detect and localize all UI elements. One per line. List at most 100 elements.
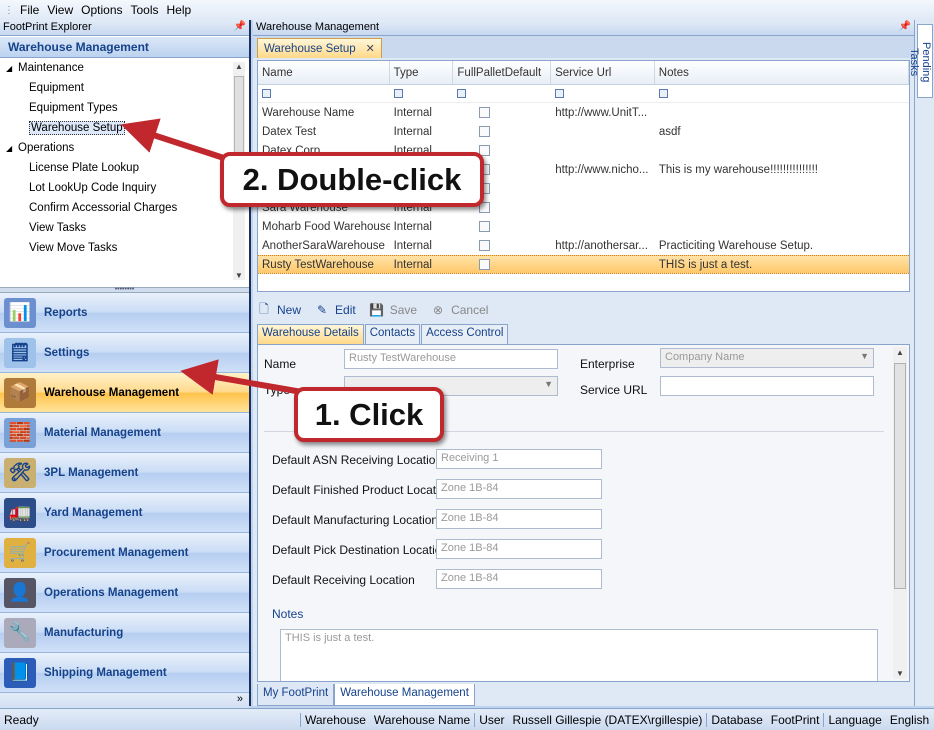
grid-filter-cell[interactable] [390,85,454,102]
grid-column-header[interactable]: Notes [655,61,909,84]
table-row[interactable]: Rusty TestWarehouse Internal THIS is just … [258,255,909,274]
expand-toggle-icon[interactable]: ◢ [6,139,18,159]
expand-toggle-icon[interactable]: ◢ [6,59,18,79]
tree-node[interactable]: ◢ Maintenance [0,58,249,78]
filter-icon[interactable] [457,89,467,98]
close-icon[interactable]: ✕ [366,42,375,55]
nav-button-manufacturing[interactable]: 🔧 Manufacturing [0,613,249,653]
tree-node[interactable]: Equipment [0,78,249,98]
filter-icon[interactable] [555,89,565,98]
menu-options[interactable]: Options [81,3,122,17]
scroll-up-icon[interactable]: ▲ [235,62,243,71]
grid-filter-cell[interactable] [258,85,390,102]
nav-button-operations[interactable]: 👤 Operations Management [0,573,249,613]
table-cell [551,198,655,217]
tab-warehouse-setup[interactable]: Warehouse Setup ✕ [257,38,382,58]
nav-expand-icon[interactable]: » [237,693,243,705]
callout-click: 1. Click [294,387,444,442]
table-cell: AnotherSaraWarehouse [262,239,385,252]
scroll-down-icon[interactable]: ▼ [235,271,243,280]
nav-button-settings[interactable]: 🗒 Settings [0,333,249,373]
cancel-button[interactable]: ⊗ Cancel [431,303,488,317]
3pl-icon: 🛠 [4,457,36,488]
tree-node-label: Confirm Accessorial Charges [29,202,178,214]
tab-warehouse-details[interactable]: Warehouse Details [257,324,364,344]
edit-button[interactable]: ✎ Edit [315,303,356,317]
table-row[interactable]: AnotherSaraWarehouse Internal http://anoth… [258,236,909,255]
scroll-up-icon[interactable]: ▲ [896,348,904,357]
full-pallet-checkbox[interactable] [478,126,490,137]
tree-node-label: Equipment Types [29,102,118,114]
grid-column-header[interactable]: Name [258,61,390,84]
menu-file[interactable]: File [20,3,39,17]
tab-warehouse-management[interactable]: Warehouse Management [334,684,475,706]
table-cell [655,198,909,217]
tree-node[interactable]: View Move Tasks [0,238,249,258]
grid-column-header[interactable]: FullPalletDefault [453,61,552,84]
full-pallet-checkbox[interactable] [478,259,490,270]
full-pallet-checkbox[interactable] [478,107,490,118]
table-row[interactable]: Warehouse Name Internal http://www.UnitT..… [258,103,909,122]
scroll-down-icon[interactable]: ▼ [896,669,904,678]
menu-tools[interactable]: Tools [131,3,159,17]
nav-button-material[interactable]: 🧱 Material Management [0,413,249,453]
nav-button-procurement[interactable]: 🛒 Procurement Management [0,533,249,573]
table-row[interactable]: Datex Test Internal asdf [258,122,909,141]
pin-icon[interactable]: 📌 [234,21,246,34]
grid-column-header[interactable]: Type [390,61,454,84]
table-row[interactable]: Moharb Food Warehouse Internal [258,217,909,236]
save-icon: 💾 [369,303,385,317]
grid-column-header[interactable]: Service Url [551,61,655,84]
edit-icon: ✎ [316,303,328,317]
filter-icon[interactable] [658,89,668,98]
service-url-input[interactable] [660,376,874,396]
nav-button-reports[interactable]: 📊 Reports [0,293,249,333]
location-input[interactable]: Zone 1B-84 [436,569,602,589]
name-input[interactable]: Rusty TestWarehouse [344,349,558,369]
full-pallet-checkbox[interactable] [478,240,490,251]
location-label: Default Manufacturing Location [272,513,439,527]
grid-filter-cell[interactable] [453,85,551,102]
tab-access-control[interactable]: Access Control [421,324,509,344]
tree-node[interactable]: Warehouse Setup [0,118,249,138]
tab-my-footprint[interactable]: My FootPrint [257,684,335,706]
location-input[interactable]: Receiving 1 [436,449,602,469]
notes-textarea[interactable]: THIS is just a test. [280,629,878,681]
save-button[interactable]: 💾 Save [369,303,417,317]
nav-button-shipping[interactable]: 📘 Shipping Management [0,653,249,693]
tree-node-label: License Plate Lookup [29,162,139,174]
filter-icon[interactable] [393,89,403,98]
nav-button-yard[interactable]: 🚛 Yard Management [0,493,249,533]
tree-node[interactable]: Equipment Types [0,98,249,118]
tree-node[interactable]: License Plate Lookup [0,158,249,178]
location-input[interactable]: Zone 1B-84 [436,479,602,499]
tree-scroll-thumb[interactable] [234,76,244,156]
tree-node[interactable]: Confirm Accessorial Charges [0,198,249,218]
form-scroll-thumb[interactable] [894,363,906,589]
pending-tasks-tab[interactable]: Pending Tasks [908,24,933,98]
menu-help[interactable]: Help [167,3,192,17]
tree-node[interactable]: Lot LookUp Code Inquiry [0,178,249,198]
nav-button-warehouse[interactable]: 📦 Warehouse Management [0,373,249,413]
enterprise-select[interactable]: Company Name ▼ [660,348,874,368]
grid-filter-cell[interactable] [551,85,655,102]
full-pallet-checkbox[interactable] [478,221,490,232]
filter-icon[interactable] [262,89,271,98]
pin-icon[interactable]: 📌 [899,21,911,34]
main-pane-title: Warehouse Management [256,21,380,33]
tab-contacts[interactable]: Contacts [364,324,421,344]
location-input[interactable]: Zone 1B-84 [436,509,602,529]
type-label: Type [264,383,291,397]
new-button[interactable]: 🗋 New [257,302,301,318]
nav-button-3pl[interactable]: 🛠 3PL Management [0,453,249,493]
table-cell [551,141,655,160]
table-cell: Internal [393,106,432,119]
table-cell: Internal [393,258,432,271]
tree-node[interactable]: ◢ Operations [0,138,249,158]
menu-view[interactable]: View [47,3,73,17]
grid-filter-cell[interactable] [655,85,909,102]
location-input[interactable]: Zone 1B-84 [436,539,602,559]
form-scrollbar[interactable]: ▲ ▼ [893,347,907,679]
table-cell [551,217,655,236]
tree-node[interactable]: View Tasks [0,218,249,238]
